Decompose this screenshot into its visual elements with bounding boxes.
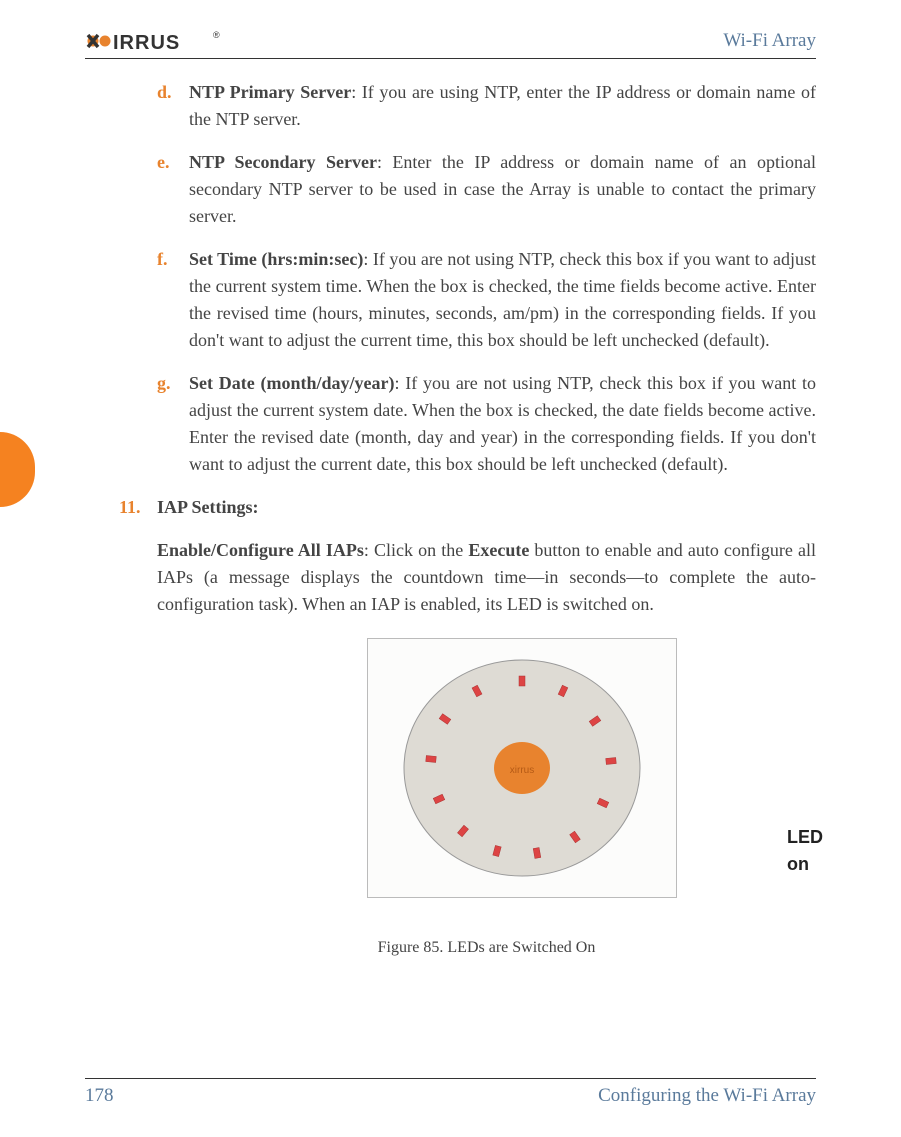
list-item: d. NTP Primary Server: If you are using … — [157, 79, 816, 133]
para-button-ref: Execute — [468, 540, 529, 560]
page-tab-marker — [0, 432, 35, 507]
list-item: f. Set Time (hrs:min:sec): If you are no… — [157, 246, 816, 354]
page-content: d. NTP Primary Server: If you are using … — [85, 79, 816, 958]
item-term: Set Time (hrs:min:sec) — [189, 249, 363, 269]
brand-logo: IRRUS ® — [85, 28, 225, 54]
figure-caption: Figure 85. LEDs are Switched On — [157, 936, 816, 960]
device-image: xirrus — [367, 638, 677, 898]
page-header: IRRUS ® Wi-Fi Array — [85, 28, 816, 59]
item-term: Set Date (month/day/year) — [189, 373, 395, 393]
step-paragraph: Enable/Configure All IAPs: Click on the … — [157, 537, 816, 618]
svg-text:IRRUS: IRRUS — [113, 32, 180, 54]
item-text: Set Time (hrs:min:sec): If you are not u… — [189, 246, 816, 354]
svg-text:®: ® — [213, 30, 220, 40]
list-item: g. Set Date (month/day/year): If you are… — [157, 370, 816, 478]
para-seg-1: : Click on the — [364, 540, 468, 560]
item-marker: g. — [157, 370, 189, 478]
list-item: e. NTP Secondary Server: Enter the IP ad… — [157, 149, 816, 230]
callout-arrow — [617, 834, 782, 835]
item-text: NTP Secondary Server: Enter the IP addre… — [189, 149, 816, 230]
item-marker: e. — [157, 149, 189, 230]
svg-text:xirrus: xirrus — [510, 765, 534, 776]
chapter-name: Configuring the Wi-Fi Array — [598, 1085, 816, 1107]
item-text: Set Date (month/day/year): If you are no… — [189, 370, 816, 478]
led-callout-label: LED on — [787, 824, 823, 878]
numbered-step: 11. IAP Settings: — [119, 494, 816, 521]
item-marker: f. — [157, 246, 189, 354]
item-term: NTP Primary Server — [189, 82, 351, 102]
page-footer: 178 Configuring the Wi-Fi Array — [85, 1078, 816, 1107]
item-marker: d. — [157, 79, 189, 133]
para-term: Enable/Configure All IAPs — [157, 540, 364, 560]
step-title: IAP Settings: — [157, 497, 259, 517]
document-title: Wi-Fi Array — [723, 30, 816, 52]
figure-container: xirrus — [157, 638, 816, 958]
page-number: 178 — [85, 1085, 114, 1107]
item-text: NTP Primary Server: If you are using NTP… — [189, 79, 816, 133]
step-text: IAP Settings: — [157, 494, 816, 521]
item-term: NTP Secondary Server — [189, 152, 377, 172]
step-marker: 11. — [119, 494, 157, 521]
